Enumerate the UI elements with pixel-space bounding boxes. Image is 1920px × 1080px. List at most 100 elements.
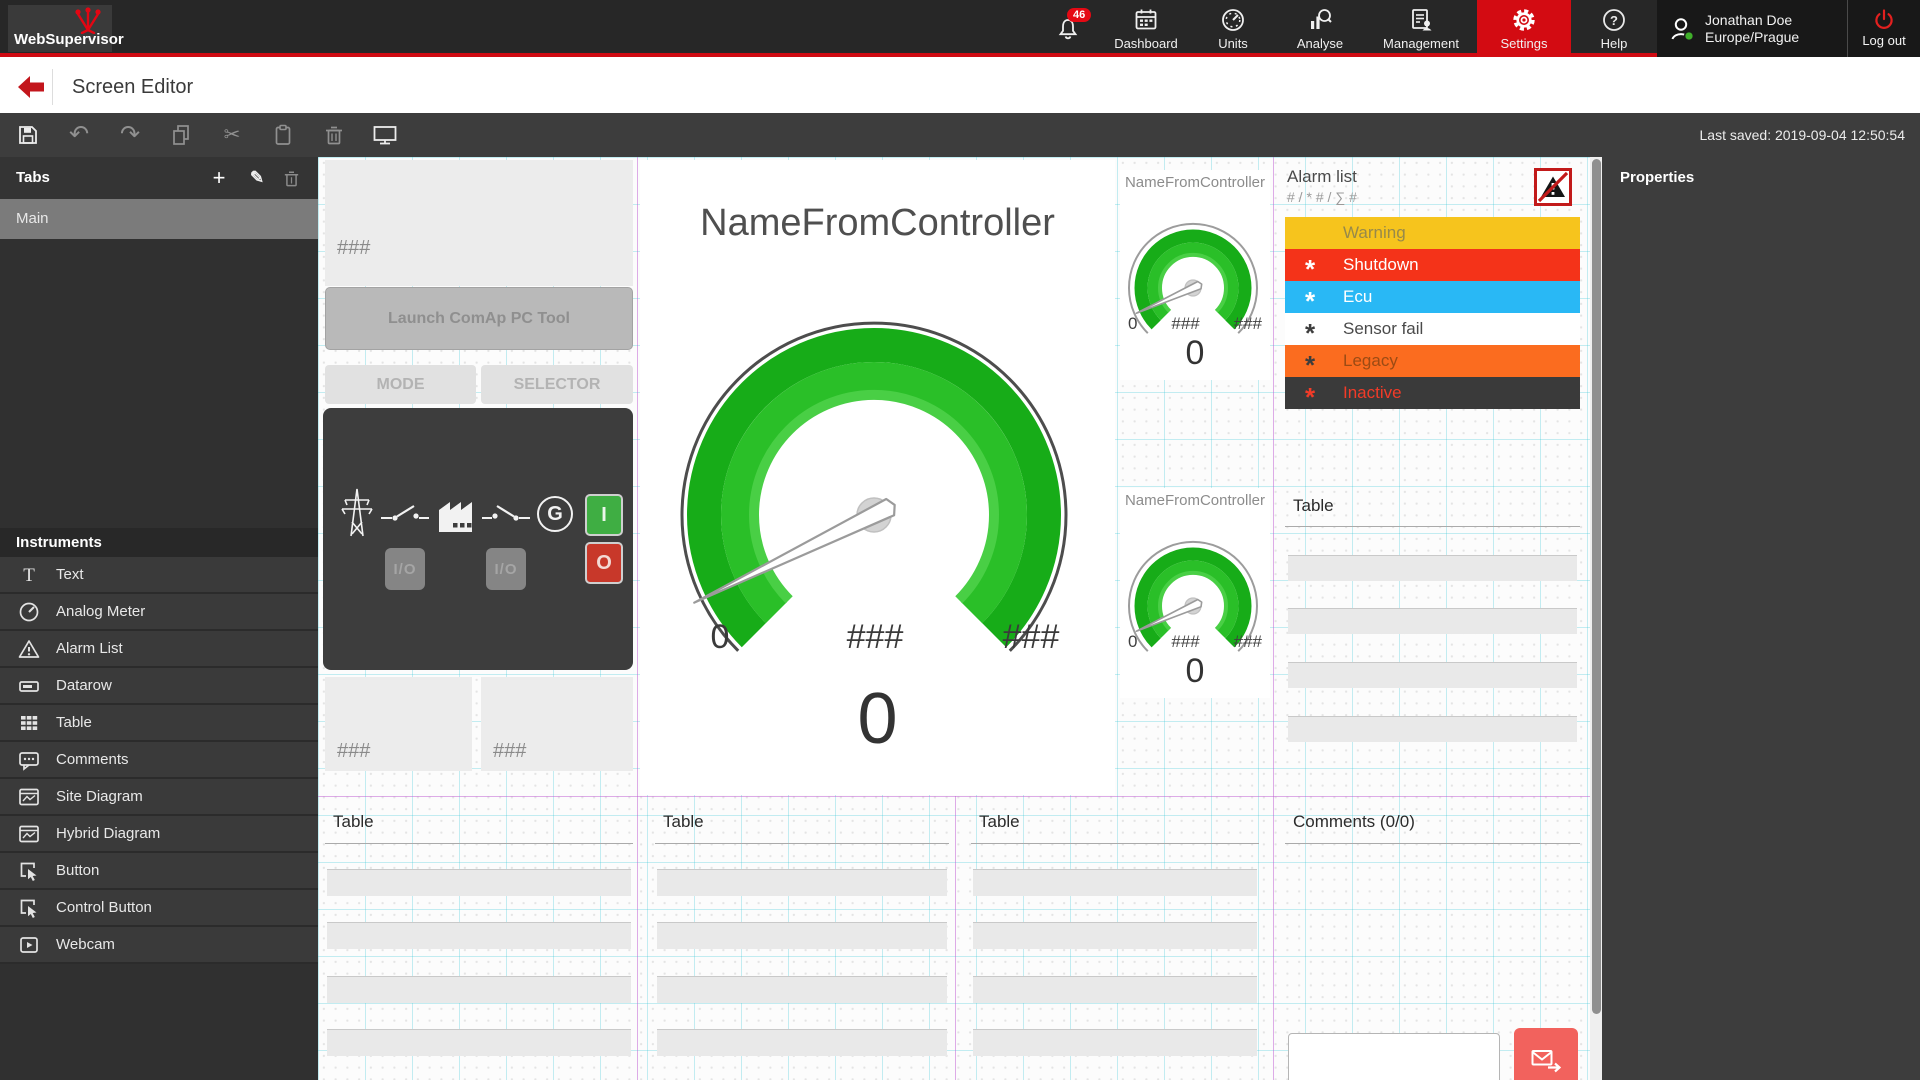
mode-button[interactable]: MODE bbox=[325, 365, 476, 404]
logout-button[interactable]: Log out bbox=[1847, 0, 1920, 57]
instrument-comments[interactable]: Comments bbox=[0, 742, 318, 779]
table-title: Table bbox=[1293, 496, 1334, 516]
instrument-text[interactable]: T Text bbox=[0, 557, 318, 594]
nav-settings-label: Settings bbox=[1501, 36, 1548, 51]
edit-tab-button[interactable]: ✎ bbox=[246, 157, 268, 199]
app-logo[interactable]: WebSupervisor bbox=[8, 5, 112, 52]
delete-button[interactable] bbox=[322, 122, 346, 148]
last-saved-status: Last saved: 2019-09-04 12:50:54 bbox=[1700, 113, 1906, 157]
nav-units[interactable]: Units bbox=[1191, 0, 1275, 57]
scrollbar-thumb[interactable] bbox=[1592, 159, 1601, 1014]
instrument-webcam[interactable]: Webcam bbox=[0, 927, 318, 964]
paste-button[interactable] bbox=[271, 122, 295, 148]
nav-help[interactable]: ? Help bbox=[1571, 0, 1657, 57]
text-widget-2[interactable]: ### bbox=[325, 677, 472, 771]
instrument-hybrid-diagram[interactable]: Hybrid Diagram bbox=[0, 816, 318, 853]
table-widget-right[interactable]: Table bbox=[1285, 488, 1580, 800]
nav-analyse[interactable]: Analyse bbox=[1275, 0, 1365, 57]
save-button[interactable] bbox=[16, 122, 40, 148]
scissors-icon: ✂ bbox=[224, 123, 241, 147]
gauge-title: NameFromController bbox=[1120, 492, 1270, 509]
preview-button[interactable] bbox=[373, 122, 397, 148]
alarm-row-warning[interactable]: Warning bbox=[1285, 217, 1580, 249]
table-title: Table bbox=[333, 812, 374, 832]
nav-dashboard[interactable]: Dashboard bbox=[1101, 0, 1191, 57]
notifications-button[interactable]: 46 bbox=[1035, 0, 1101, 57]
properties-title: Properties bbox=[1620, 169, 1694, 186]
alarm-ack-button[interactable] bbox=[1534, 168, 1572, 206]
main-analog-meter-widget[interactable]: NameFromController 0 ### ### 0 bbox=[640, 160, 1115, 795]
table-empty-row bbox=[327, 869, 631, 896]
instrument-alarm-list[interactable]: Alarm List bbox=[0, 631, 318, 668]
session-block: Jonathan Doe Europe/Prague Log out bbox=[1657, 0, 1920, 57]
copy-button[interactable] bbox=[169, 122, 193, 148]
delete-tab-button[interactable] bbox=[284, 170, 306, 187]
instrument-table[interactable]: Table bbox=[0, 705, 318, 742]
small-analog-meter-widget-2[interactable]: NameFromController 0 ### ### 0 bbox=[1120, 488, 1270, 698]
monitor-icon bbox=[373, 125, 397, 145]
launch-comap-pc-tool-button[interactable]: Launch ComAp PC Tool bbox=[325, 287, 633, 350]
alarm-row-shutdown[interactable]: * Shutdown bbox=[1285, 249, 1580, 281]
table-widget-bottom-3[interactable]: Table bbox=[971, 796, 1259, 1080]
io-toggle-right[interactable]: I/O bbox=[486, 548, 526, 590]
online-status-dot bbox=[1685, 31, 1694, 40]
instrument-site-diagram[interactable]: Site Diagram bbox=[0, 779, 318, 816]
alarm-row-inactive[interactable]: * Inactive bbox=[1285, 377, 1580, 409]
sidebar-tab-main[interactable]: Main bbox=[0, 199, 318, 239]
gauge-max-label: ### bbox=[1234, 632, 1262, 652]
left-sidebar: Tabs + ✎ Main Instruments T Text bbox=[0, 157, 318, 1080]
instrument-analog-meter[interactable]: Analog Meter bbox=[0, 594, 318, 631]
back-button[interactable] bbox=[18, 76, 44, 98]
cut-button[interactable]: ✂ bbox=[220, 122, 244, 148]
gauge-min-label: 0 bbox=[680, 618, 760, 657]
user-region: Europe/Prague bbox=[1705, 29, 1799, 46]
canvas-scrollbar[interactable] bbox=[1590, 157, 1602, 1080]
table-empty-row bbox=[657, 922, 947, 949]
comments-widget[interactable]: Comments (0/0) bbox=[1285, 796, 1580, 1080]
nav-dashboard-label: Dashboard bbox=[1114, 36, 1178, 51]
text-placeholder: ### bbox=[493, 740, 526, 763]
copy-icon bbox=[171, 124, 191, 146]
alarm-row-ecu[interactable]: * Ecu bbox=[1285, 281, 1580, 313]
trash-icon bbox=[325, 125, 343, 145]
button-cursor-icon bbox=[16, 860, 42, 882]
breaker-open-button[interactable]: O bbox=[585, 542, 623, 584]
guide-line bbox=[637, 157, 638, 1080]
text-widget-3[interactable]: ### bbox=[481, 677, 633, 771]
table-widget-bottom-2[interactable]: Table bbox=[655, 796, 949, 1080]
table-empty-row bbox=[327, 976, 631, 1003]
redo-button[interactable]: ↷ bbox=[118, 122, 142, 148]
instrument-button[interactable]: Button bbox=[0, 853, 318, 890]
undo-button[interactable]: ↶ bbox=[67, 122, 91, 148]
user-menu[interactable]: Jonathan Doe Europe/Prague bbox=[1657, 0, 1847, 57]
nav-units-label: Units bbox=[1218, 36, 1248, 51]
alarm-star: * bbox=[1299, 377, 1321, 417]
add-tab-button[interactable]: + bbox=[208, 157, 230, 199]
small-analog-meter-widget-1[interactable]: NameFromController 0 ### ### 0 bbox=[1120, 170, 1270, 380]
alarm-row-legacy[interactable]: * Legacy bbox=[1285, 345, 1580, 377]
editor-canvas[interactable]: ### Launch ComAp PC Tool MODE SELECTOR bbox=[318, 157, 1590, 1080]
instrument-datarow[interactable]: Datarow bbox=[0, 668, 318, 705]
comment-input[interactable] bbox=[1288, 1033, 1500, 1080]
alarm-list-icon bbox=[16, 638, 42, 660]
text-placeholder: ### bbox=[337, 237, 370, 260]
breaker-open-mirrored-icon[interactable] bbox=[482, 502, 530, 530]
nav-management[interactable]: Management bbox=[1365, 0, 1477, 57]
table-widget-bottom-1[interactable]: Table bbox=[325, 796, 633, 1080]
logout-label: Log out bbox=[1862, 33, 1905, 48]
site-diagram-widget[interactable]: G I O I/O I/O bbox=[323, 408, 633, 670]
io-toggle-left[interactable]: I/O bbox=[385, 548, 425, 590]
gauge-value: 0 bbox=[1120, 334, 1270, 373]
breaker-close-button[interactable]: I bbox=[585, 494, 623, 536]
breaker-open-icon[interactable] bbox=[381, 502, 429, 530]
alarm-row-sensor-fail[interactable]: * Sensor fail bbox=[1285, 313, 1580, 345]
nav-settings-active[interactable]: Settings bbox=[1477, 0, 1571, 57]
alarm-list-widget[interactable]: Alarm list # / * # / ∑ # Warning * Shutd… bbox=[1285, 163, 1580, 413]
dashboard-icon bbox=[1133, 7, 1159, 33]
instrument-control-button[interactable]: Control Button bbox=[0, 890, 318, 927]
text-widget-1[interactable]: ### bbox=[325, 160, 633, 286]
guide-line bbox=[955, 796, 956, 1080]
text-icon: T bbox=[16, 564, 42, 586]
send-comment-button[interactable] bbox=[1514, 1028, 1578, 1080]
selector-button[interactable]: SELECTOR bbox=[481, 365, 633, 404]
